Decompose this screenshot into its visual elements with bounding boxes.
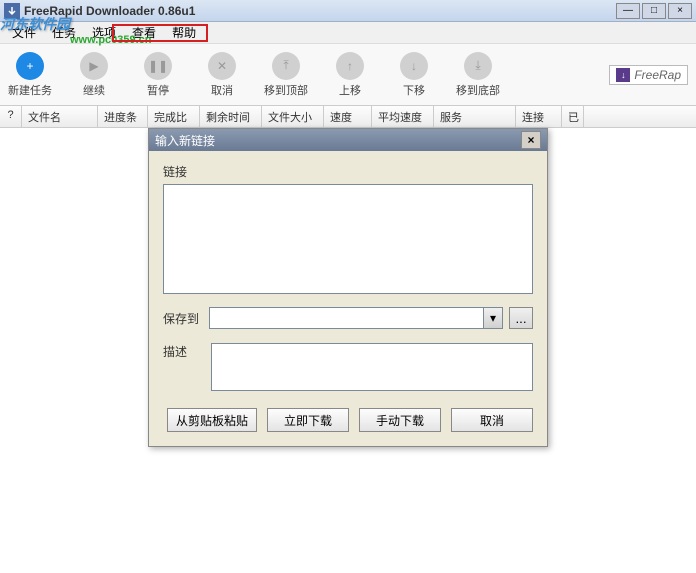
pause-icon: ❚❚ [144,52,172,80]
brand-box: ↓ FreeRap [609,65,688,85]
move-top-label: 移到顶部 [264,82,308,98]
menu-options[interactable]: 选项 [84,21,124,44]
browse-button[interactable]: ... [509,307,533,329]
download-arrow-icon: ↓ [616,68,630,82]
col-speed[interactable]: 速度 [324,106,372,127]
down-icon: ↓ [400,52,428,80]
minimize-button[interactable]: — [616,3,640,19]
chevron-down-icon: ▾ [490,311,496,325]
dialog-title-text: 输入新链接 [155,132,521,149]
move-down-label: 下移 [403,82,425,98]
pause-label: 暂停 [147,82,169,98]
table-header: ? 文件名 进度条 完成比 剩余时间 文件大小 速度 平均速度 服务 连接 已 [0,106,696,128]
play-icon: ▶ [80,52,108,80]
start-download-button[interactable]: 立即下载 [267,408,349,432]
toolbar: + 新建任务 ▶ 继续 ❚❚ 暂停 ✕ 取消 ⤒ 移到顶部 ↑ 上移 ↓ 下移 … [0,44,696,106]
close-button[interactable]: × [668,3,692,19]
menu-file[interactable]: 文件 [4,21,44,44]
dialog-close-button[interactable]: × [521,131,541,149]
new-links-dialog: 输入新链接 × 链接 保存到 ▾ ... 描述 从剪贴板粘贴 立即下载 手动下载… [148,128,548,447]
plus-icon: + [16,52,44,80]
links-textarea[interactable] [163,184,533,294]
col-last[interactable]: 已 [562,106,584,127]
top-icon: ⤒ [272,52,300,80]
saveto-input[interactable] [209,307,483,329]
col-progress[interactable]: 进度条 [98,106,148,127]
new-task-label: 新建任务 [8,82,52,98]
col-avgspeed[interactable]: 平均速度 [372,106,434,127]
new-task-button[interactable]: + 新建任务 [8,52,52,98]
move-bottom-button[interactable]: ⤓ 移到底部 [456,52,500,98]
dialog-body: 链接 保存到 ▾ ... 描述 从剪贴板粘贴 立即下载 手动下载 取消 [149,151,547,446]
col-index[interactable]: ? [0,106,22,127]
up-icon: ↑ [336,52,364,80]
bottom-icon: ⤓ [464,52,492,80]
desc-label: 描述 [163,339,203,360]
resume-label: 继续 [83,82,105,98]
move-bottom-label: 移到底部 [456,82,500,98]
saveto-dropdown-button[interactable]: ▾ [483,307,503,329]
links-label: 链接 [163,163,533,180]
col-service[interactable]: 服务 [434,106,516,127]
saveto-label: 保存到 [163,310,203,327]
move-up-button[interactable]: ↑ 上移 [328,52,372,98]
col-size[interactable]: 文件大小 [262,106,324,127]
menu-help[interactable]: 帮助 [164,21,204,44]
cancel-label: 取消 [211,82,233,98]
cancel-icon: ✕ [208,52,236,80]
col-eta[interactable]: 剩余时间 [200,106,262,127]
paste-clipboard-button[interactable]: 从剪贴板粘贴 [167,408,257,432]
move-up-label: 上移 [339,82,361,98]
app-icon [4,3,20,19]
col-connection[interactable]: 连接 [516,106,562,127]
move-down-button[interactable]: ↓ 下移 [392,52,436,98]
dialog-cancel-button[interactable]: 取消 [451,408,533,432]
move-top-button[interactable]: ⤒ 移到顶部 [264,52,308,98]
window-title: FreeRapid Downloader 0.86u1 [24,4,616,18]
saveto-combobox: ▾ [209,307,503,329]
resume-button[interactable]: ▶ 继续 [72,52,116,98]
col-filename[interactable]: 文件名 [22,106,98,127]
menubar: 河东软件园 www.pc0359.cn 文件 任务 选项 查看 帮助 [0,22,696,44]
pause-button[interactable]: ❚❚ 暂停 [136,52,180,98]
brand-text: FreeRap [634,68,681,82]
cancel-button[interactable]: ✕ 取消 [200,52,244,98]
window-titlebar: FreeRapid Downloader 0.86u1 — □ × [0,0,696,22]
menu-view[interactable]: 查看 [124,21,164,44]
maximize-button[interactable]: □ [642,3,666,19]
manual-download-button[interactable]: 手动下载 [359,408,441,432]
dialog-titlebar[interactable]: 输入新链接 × [149,129,547,151]
menu-tasks[interactable]: 任务 [44,21,84,44]
desc-textarea[interactable] [211,343,533,391]
col-percent[interactable]: 完成比 [148,106,200,127]
